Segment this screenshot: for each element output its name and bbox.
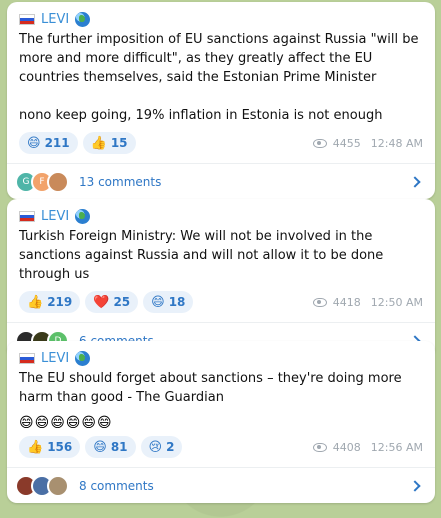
chevron-right-icon	[409, 175, 421, 188]
post-text: Turkish Foreign Ministry: We will not be…	[19, 229, 388, 282]
reaction-heart[interactable]: ❤️ 25	[85, 291, 139, 313]
reaction-count: 156	[47, 440, 73, 454]
author-name: LEVI	[41, 350, 70, 366]
laugh-icon: 😄	[93, 439, 107, 455]
reaction-count: 15	[110, 136, 128, 150]
russia-flag-icon	[19, 210, 35, 222]
views-icon	[312, 442, 327, 452]
post-time: 12:48 AM	[370, 136, 423, 150]
post-footer: 👍 219 ❤️ 25 😄 18 4418 12:50 AM	[19, 290, 423, 314]
views-icon	[312, 138, 327, 148]
post-meta: 4408 12:56 AM	[312, 440, 423, 454]
reaction-laugh[interactable]: 😄 211	[19, 132, 78, 154]
post-author[interactable]: LEVI	[19, 349, 423, 367]
post-footer: 👍 156 😄 81 😢 2 4408 12:56 AM	[19, 435, 423, 459]
post-1: LEVI The further imposition of EU sancti…	[7, 2, 435, 199]
laugh-icon: 😄	[27, 135, 41, 151]
russia-flag-icon	[19, 352, 35, 364]
reaction-count: 25	[113, 295, 131, 309]
reactions: 👍 156 😄 81 😢 2	[19, 436, 183, 458]
laugh-icon: 😄	[151, 294, 165, 310]
crying-icon: 😢	[148, 439, 163, 455]
avatar	[47, 474, 69, 497]
post-author[interactable]: LEVI	[19, 10, 423, 28]
post-text: The further imposition of EU sanctions a…	[19, 32, 419, 123]
reaction-thumbs-up[interactable]: 👍 15	[82, 132, 136, 154]
globe-icon	[75, 208, 91, 224]
post-meta: 4455 12:48 AM	[312, 136, 423, 150]
comments-button[interactable]: G F 13 comments	[7, 163, 435, 199]
reaction-thumbs-up[interactable]: 👍 219	[19, 291, 81, 313]
avatar	[47, 170, 69, 193]
post-3: LEVI The EU should forget about sanction…	[7, 341, 435, 503]
post-time: 12:56 AM	[370, 440, 423, 454]
reactions: 😄 211 👍 15	[19, 132, 136, 154]
post-meta: 4418 12:50 AM	[312, 295, 423, 309]
chevron-right-icon	[409, 479, 421, 492]
views-icon	[312, 297, 327, 307]
reaction-thumbs-up[interactable]: 👍 156	[19, 436, 81, 458]
reaction-count: 211	[44, 136, 70, 150]
emoji-line: 😄😄😄😄😄😄	[19, 415, 113, 431]
author-name: LEVI	[41, 11, 70, 27]
post-footer: 😄 211 👍 15 4455 12:48 AM	[19, 131, 423, 155]
comments-label: 13 comments	[79, 174, 162, 189]
view-count: 4408	[332, 440, 361, 454]
commenter-avatars	[15, 474, 69, 497]
post-author[interactable]: LEVI	[19, 207, 423, 225]
comments-button[interactable]: 8 comments	[7, 467, 435, 503]
reaction-cry[interactable]: 😢 2	[140, 436, 183, 458]
reaction-count: 219	[47, 295, 73, 309]
thumbs-up-icon: 👍	[90, 135, 107, 151]
thumbs-up-icon: 👍	[27, 439, 44, 455]
post-time: 12:50 AM	[370, 295, 423, 309]
view-count: 4455	[332, 136, 361, 150]
reactions: 👍 219 ❤️ 25 😄 18	[19, 291, 194, 313]
globe-icon	[75, 350, 91, 366]
comments-label: 8 comments	[79, 478, 154, 493]
post-text: The EU should forget about sanctions – t…	[19, 371, 406, 405]
reaction-count: 2	[166, 440, 175, 454]
view-count: 4418	[332, 295, 361, 309]
reaction-count: 18	[168, 295, 186, 309]
thumbs-up-icon: 👍	[27, 294, 44, 310]
commenter-avatars: G F	[15, 170, 69, 193]
globe-icon	[75, 11, 91, 27]
reaction-count: 81	[110, 440, 128, 454]
russia-flag-icon	[19, 13, 35, 25]
heart-icon: ❤️	[93, 294, 110, 310]
reaction-laugh[interactable]: 😄 18	[143, 291, 194, 313]
post-2: LEVI Turkish Foreign Ministry: We will n…	[7, 199, 435, 358]
reaction-laugh[interactable]: 😄 81	[85, 436, 136, 458]
author-name: LEVI	[41, 208, 70, 224]
